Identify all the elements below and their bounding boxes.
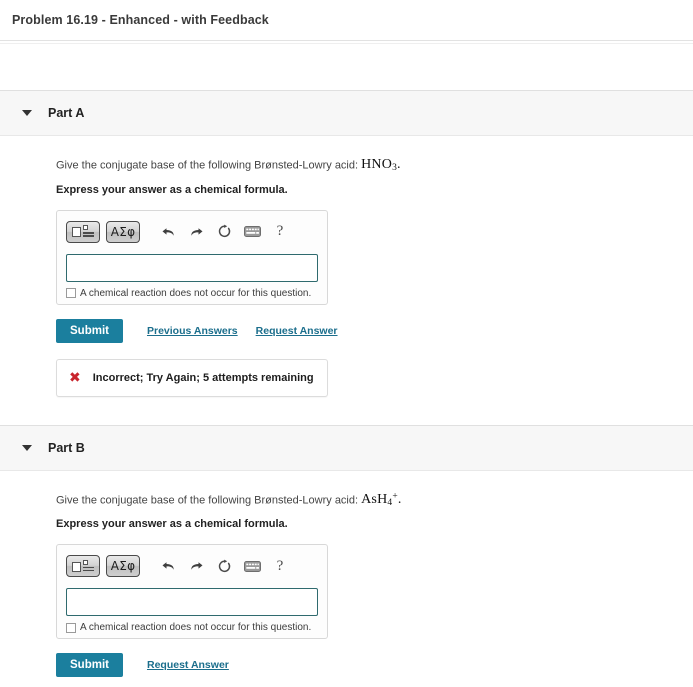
help-icon[interactable]: ? xyxy=(268,555,292,577)
help-label: ? xyxy=(276,557,284,574)
feedback-text: Incorrect; Try Again; 5 attempts remaini… xyxy=(92,371,314,384)
greek-symbols-button[interactable]: ΑΣφ xyxy=(106,555,140,578)
part-a-block: Part A Give the conjugate base of the fo… xyxy=(0,90,693,407)
part-b-block: Part B Give the conjugate base of the fo… xyxy=(0,424,693,687)
part-a-answer-box: ΑΣφ ? A chemical reaction does not occur… xyxy=(56,209,328,305)
part-a-toolbar: ΑΣφ ? xyxy=(66,219,318,245)
template-icon xyxy=(72,225,94,238)
undo-arrow-icon[interactable] xyxy=(156,221,180,243)
part-a-body: Give the conjugate base of the following… xyxy=(0,136,693,407)
header-divider-secondary xyxy=(0,43,693,44)
no-reaction-label: A chemical reaction does not occur for t… xyxy=(80,287,312,299)
redo-arrow-icon[interactable] xyxy=(184,221,208,243)
part-b-formula: AsH4+. xyxy=(361,491,402,508)
answer-input[interactable] xyxy=(66,588,318,617)
formula-trailing: . xyxy=(397,157,401,173)
formula-base: HNO xyxy=(361,157,393,173)
part-b-instruction: Express your answer as a chemical formul… xyxy=(56,518,288,531)
no-reaction-row[interactable]: A chemical reaction does not occur for t… xyxy=(66,288,318,299)
no-reaction-label: A chemical reaction does not occur for t… xyxy=(80,622,312,634)
reset-circular-arrow-icon[interactable] xyxy=(212,221,236,243)
greek-symbols-label: ΑΣφ xyxy=(110,559,136,574)
part-a-feedback: ✖ Incorrect; Try Again; 5 attempts remai… xyxy=(56,358,328,397)
page-title: Problem 16.19 - Enhanced - with Feedback xyxy=(12,13,269,27)
part-a-formula: HNO3. xyxy=(361,157,401,173)
submit-button[interactable]: Submit xyxy=(56,653,123,678)
template-button[interactable] xyxy=(66,555,100,578)
answer-input[interactable] xyxy=(66,253,318,282)
header-divider xyxy=(0,40,693,41)
part-b-actions: Submit Request Answer xyxy=(56,653,693,678)
help-icon[interactable]: ? xyxy=(268,221,292,243)
keyboard-icon[interactable] xyxy=(240,221,264,243)
page-header: Problem 16.19 - Enhanced - with Feedback xyxy=(0,0,693,40)
help-label: ? xyxy=(276,223,284,240)
chevron-down-icon[interactable] xyxy=(22,444,32,451)
part-b-answer-box: ΑΣφ ? A chemical reaction does not occur… xyxy=(56,544,328,640)
request-answer-link[interactable]: Request Answer xyxy=(256,325,338,337)
undo-arrow-icon[interactable] xyxy=(156,555,180,577)
keyboard-icon[interactable] xyxy=(240,555,264,577)
greek-symbols-button[interactable]: ΑΣφ xyxy=(106,220,140,243)
template-button[interactable] xyxy=(66,220,100,243)
part-a-header[interactable]: Part A xyxy=(0,90,693,136)
formula-base: AsH xyxy=(361,491,388,507)
submit-button[interactable]: Submit xyxy=(56,318,123,343)
chevron-down-icon[interactable] xyxy=(22,110,32,116)
no-reaction-row[interactable]: A chemical reaction does not occur for t… xyxy=(66,622,318,633)
part-b-toolbar: ΑΣφ ? xyxy=(66,553,318,579)
formula-trailing: . xyxy=(397,491,402,507)
request-answer-link[interactable]: Request Answer xyxy=(147,659,229,671)
part-b-body: Give the conjugate base of the following… xyxy=(0,471,693,687)
part-a-instruction: Express your answer as a chemical formul… xyxy=(56,183,288,196)
part-b-header[interactable]: Part B xyxy=(0,424,693,471)
no-reaction-checkbox[interactable] xyxy=(66,622,76,633)
part-a-question-text: Give the conjugate base of the following… xyxy=(56,159,359,172)
greek-symbols-label: ΑΣφ xyxy=(110,224,136,239)
part-a-actions: Submit Previous Answers Request Answer xyxy=(56,318,693,343)
no-reaction-checkbox[interactable] xyxy=(66,288,76,299)
previous-answers-link[interactable]: Previous Answers xyxy=(147,325,238,337)
part-b-question-text: Give the conjugate base of the following… xyxy=(56,493,359,506)
red-x-icon: ✖ xyxy=(69,369,81,386)
part-a-label: Part A xyxy=(48,106,85,120)
part-a-question: Give the conjugate base of the following… xyxy=(56,156,693,175)
redo-arrow-icon[interactable] xyxy=(184,555,208,577)
reset-circular-arrow-icon[interactable] xyxy=(212,555,236,577)
part-b-question: Give the conjugate base of the following… xyxy=(56,491,693,510)
part-b-label: Part B xyxy=(48,440,85,455)
template-icon xyxy=(72,559,94,573)
